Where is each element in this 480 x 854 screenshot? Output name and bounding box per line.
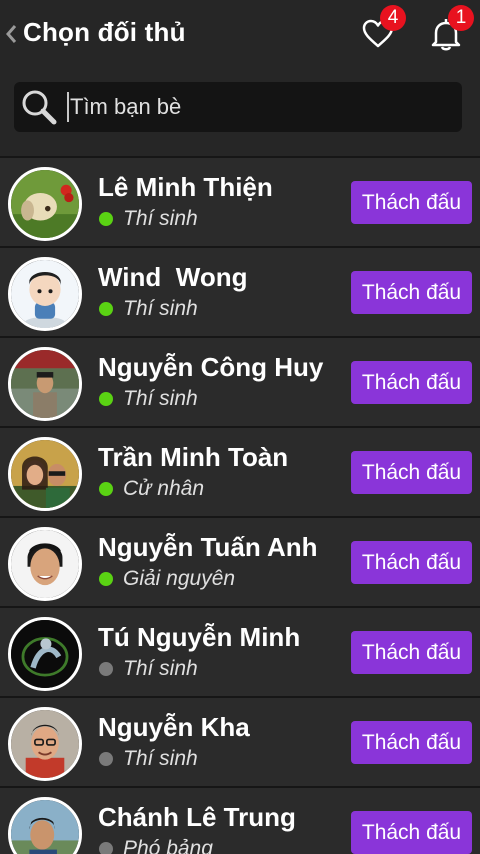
avatar[interactable] <box>8 617 82 691</box>
player-name: Nguyễn Tuấn Anh <box>98 532 318 562</box>
challenge-button[interactable]: Thách đấu <box>351 721 472 764</box>
avatar[interactable] <box>8 167 82 241</box>
online-status-icon <box>99 212 113 226</box>
text-cursor <box>67 92 69 122</box>
offline-status-icon <box>99 842 113 854</box>
online-status-icon <box>99 482 113 496</box>
chevron-left-icon[interactable] <box>4 20 18 48</box>
player-name: Trần Minh Toàn <box>98 442 289 472</box>
list-item: Trần Minh Toàn Cử nhân Thách đấu <box>0 426 480 516</box>
player-name: Tú Nguyễn Minh <box>98 622 301 652</box>
player-name: Nguyễn Công Huy <box>98 352 324 382</box>
player-rank: Thí sinh <box>123 207 198 230</box>
opponent-list: Lê Minh Thiện Thí sinh Thách đấu Wind Wo… <box>0 156 480 854</box>
top-bar: Chọn đối thủ 4 1 <box>0 0 480 68</box>
avatar[interactable] <box>8 257 82 331</box>
notifications-count-badge: 1 <box>448 5 474 31</box>
online-status-icon <box>99 302 113 316</box>
favorites-count-badge: 4 <box>380 5 406 31</box>
list-item: Tú Nguyễn Minh Thí sinh Thách đấu <box>0 606 480 696</box>
player-rank: Thí sinh <box>123 657 198 680</box>
challenge-button[interactable]: Thách đấu <box>351 451 472 494</box>
avatar[interactable] <box>8 707 82 781</box>
player-name: Lê Minh Thiện <box>98 172 273 202</box>
search-icon <box>22 90 57 125</box>
player-rank: Giải nguyên <box>123 567 236 590</box>
challenge-button[interactable]: Thách đấu <box>351 271 472 314</box>
challenge-button[interactable]: Thách đấu <box>351 811 472 854</box>
player-name: Wind Wong <box>98 262 248 292</box>
search-input[interactable] <box>70 90 450 124</box>
page-title: Chọn đối thủ <box>23 17 186 47</box>
list-item: Wind Wong Thí sinh Thách đấu <box>0 246 480 336</box>
challenge-button[interactable]: Thách đấu <box>351 361 472 404</box>
search-box[interactable] <box>14 82 462 132</box>
player-rank: Thí sinh <box>123 747 198 770</box>
avatar[interactable] <box>8 437 82 511</box>
player-name: Chánh Lê Trung <box>98 802 296 832</box>
challenge-button[interactable]: Thách đấu <box>351 181 472 224</box>
online-status-icon <box>99 392 113 406</box>
challenge-button[interactable]: Thách đấu <box>351 541 472 584</box>
offline-status-icon <box>99 752 113 766</box>
avatar[interactable] <box>8 527 82 601</box>
list-item: Nguyễn Công Huy Thí sinh Thách đấu <box>0 336 480 426</box>
challenge-button[interactable]: Thách đấu <box>351 631 472 674</box>
player-rank: Thí sinh <box>123 387 198 410</box>
avatar[interactable] <box>8 347 82 421</box>
search-bar <box>0 68 480 156</box>
avatar[interactable] <box>8 797 82 854</box>
player-rank: Cử nhân <box>123 477 205 500</box>
player-rank: Thí sinh <box>123 297 198 320</box>
list-item: Lê Minh Thiện Thí sinh Thách đấu <box>0 156 480 246</box>
list-item: Nguyễn Tuấn Anh Giải nguyên Thách đấu <box>0 516 480 606</box>
player-rank: Phó bảng <box>123 837 213 854</box>
player-name: Nguyễn Kha <box>98 712 250 742</box>
list-item: Nguyễn Kha Thí sinh Thách đấu <box>0 696 480 786</box>
list-item: Chánh Lê Trung Phó bảng Thách đấu <box>0 786 480 854</box>
online-status-icon <box>99 572 113 586</box>
offline-status-icon <box>99 662 113 676</box>
